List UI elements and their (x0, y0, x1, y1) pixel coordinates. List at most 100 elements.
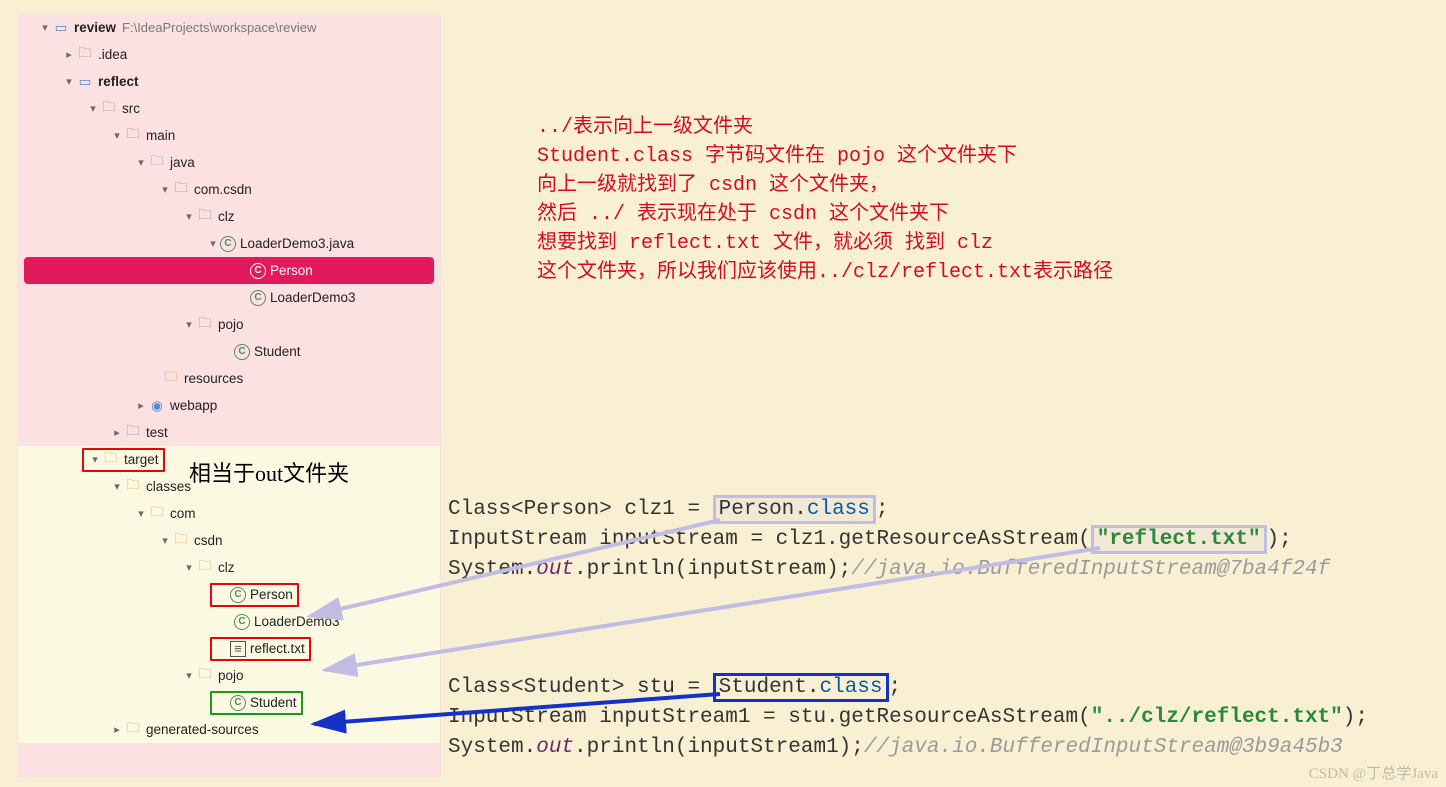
keyword: class (819, 676, 882, 699)
tree-row-main[interactable]: ▾ 🗀 main (18, 122, 440, 149)
module-icon: ▭ (52, 19, 70, 37)
tree-row-person-selected[interactable]: C Person (24, 257, 434, 284)
chevron-down-icon: ▾ (206, 237, 220, 250)
code-text: .println(inputStream1); (574, 736, 864, 759)
code-text: InputStream inputStream = clz1.getResour… (448, 528, 1091, 551)
tree-row-csdn[interactable]: ▾ 🗀 csdn (18, 527, 440, 554)
tree-label: LoaderDemo3 (270, 290, 356, 305)
comment: //java.io.BufferedInputStream@7ba4f24f (851, 558, 1330, 581)
tree-row-webapp[interactable]: ▸ ◉ webapp (18, 392, 440, 419)
chevron-down-icon: ▾ (110, 129, 124, 142)
field-ref: out (536, 736, 574, 759)
tree-label: reflect (98, 74, 139, 89)
chevron-down-icon: ▾ (158, 183, 172, 196)
code-text: ); (1267, 528, 1292, 551)
note-line: 向上一级就找到了 csdn 这个文件夹， (537, 171, 1113, 200)
chevron-down-icon: ▾ (134, 507, 148, 520)
tree-row-pojo2[interactable]: ▾ 🗀 pojo (18, 662, 440, 689)
tree-row-resources[interactable]: 🗀 resources (18, 365, 440, 392)
tree-row-src[interactable]: ▾ 🗀 src (18, 95, 440, 122)
tree-row-clz2[interactable]: ▾ 🗀 clz (18, 554, 440, 581)
folder-icon: 🗀 (124, 721, 142, 739)
class-icon: C (220, 236, 236, 252)
tree-row-student[interactable]: C Student (18, 338, 440, 365)
chevron-right-icon: ▸ (110, 426, 124, 439)
tree-row-idea[interactable]: ▸ 🗀 .idea (18, 41, 440, 68)
tree-label: Student (254, 344, 301, 359)
target-annotation: 相当于out文件夹 (189, 456, 349, 488)
chevron-down-icon: ▾ (38, 21, 52, 34)
tree-row-loaderdemo3java[interactable]: ▾ C LoaderDemo3.java (18, 230, 440, 257)
code-line: InputStream inputStream = clz1.getResour… (448, 525, 1330, 555)
tree-label: pojo (218, 317, 244, 332)
tree-label: review (74, 20, 116, 35)
tree-label: clz (218, 560, 235, 575)
watermark: CSDN @丁总学Java (1309, 762, 1438, 783)
chevron-right-icon: ▸ (110, 723, 124, 736)
tree-row-loaderdemo3b[interactable]: C LoaderDemo3 (18, 608, 440, 635)
code-snippet-1: Class<Person> clz1 = Person.class; Input… (448, 495, 1330, 585)
tree-row-clz[interactable]: ▾ 🗀 clz (18, 203, 440, 230)
class-icon: C (250, 290, 266, 306)
tree-label: com.csdn (194, 182, 252, 197)
tree-section-target: ▾ 🗀 target ▾ 🗀 classes ▾ 🗀 com ▾ 🗀 csdn … (18, 446, 440, 743)
chevron-down-icon: ▾ (88, 453, 102, 466)
folder-icon: 🗀 (148, 505, 166, 523)
chevron-down-icon: ▾ (110, 480, 124, 493)
tree-row-reflecttxt[interactable]: ≡ reflect.txt (18, 635, 440, 662)
tree-row-java[interactable]: ▾ 🗀 java (18, 149, 440, 176)
string-literal: "reflect.txt" (1097, 528, 1261, 551)
field-ref: out (536, 558, 574, 581)
code-text: Class<Student> stu = (448, 676, 713, 699)
folder-icon: 🗀 (124, 127, 142, 145)
highlight-box-reflecttxt: ≡ reflect.txt (210, 637, 311, 661)
tree-row-test[interactable]: ▸ 🗀 test (18, 419, 440, 446)
chevron-down-icon: ▾ (158, 534, 172, 547)
folder-icon: 🗀 (76, 46, 94, 64)
tree-row-student2[interactable]: C Student (18, 689, 440, 716)
highlight-person-class: Person.class (713, 495, 876, 524)
tree-row-com[interactable]: ▾ 🗀 com (18, 500, 440, 527)
web-icon: ◉ (148, 397, 166, 415)
tree-row-loaderdemo3[interactable]: C LoaderDemo3 (18, 284, 440, 311)
highlight-student-class: Student.class (713, 673, 889, 702)
code-text: Class<Person> clz1 = (448, 498, 713, 521)
code-text: Student. (719, 676, 820, 699)
resources-icon: 🗀 (162, 370, 180, 388)
tree-label: pojo (218, 668, 244, 683)
note-line: ../表示向上一级文件夹 (537, 113, 1113, 142)
highlight-reflect-txt: "reflect.txt" (1091, 525, 1267, 554)
note-line: 然后 ../ 表示现在处于 csdn 这个文件夹下 (537, 200, 1113, 229)
keyword: class (807, 498, 870, 521)
tree-label: target (124, 452, 159, 467)
code-line: System.out.println(inputStream1);//java.… (448, 733, 1368, 763)
chevron-right-icon: ▸ (62, 48, 76, 61)
tree-row-review[interactable]: ▾ ▭ review F:\IdeaProjects\workspace\rev… (18, 14, 440, 41)
code-text: System. (448, 558, 536, 581)
tree-row-pojo[interactable]: ▾ 🗀 pojo (18, 311, 440, 338)
code-text: Person. (719, 498, 807, 521)
tree-row-gensrc[interactable]: ▸ 🗀 generated-sources (18, 716, 440, 743)
code-text: ); (1343, 706, 1368, 729)
folder-icon: 🗀 (196, 667, 214, 685)
class-icon: C (230, 587, 246, 603)
highlight-box-target: ▾ 🗀 target (82, 448, 165, 472)
tree-row-person2[interactable]: C Person (18, 581, 440, 608)
class-icon: C (234, 614, 250, 630)
tree-label: resources (184, 371, 243, 386)
code-line: InputStream inputStream1 = stu.getResour… (448, 703, 1368, 733)
string-literal: "../clz/reflect.txt" (1091, 706, 1343, 729)
tree-label: csdn (194, 533, 223, 548)
tree-label: LoaderDemo3 (254, 614, 340, 629)
tree-row-reflect[interactable]: ▾ ▭ reflect (18, 68, 440, 95)
project-tree: ▾ ▭ review F:\IdeaProjects\workspace\rev… (17, 13, 441, 777)
code-text: ; (876, 498, 889, 521)
note-line: 想要找到 reflect.txt 文件，就必须 找到 clz (537, 229, 1113, 258)
folder-icon: 🗀 (124, 478, 142, 496)
code-text: InputStream inputStream1 = stu.getResour… (448, 706, 1091, 729)
chevron-down-icon: ▾ (134, 156, 148, 169)
module-icon: ▭ (76, 73, 94, 91)
note-line: 这个文件夹，所以我们应该使用../clz/reflect.txt表示路径 (537, 258, 1113, 287)
tree-row-comcsdn[interactable]: ▾ 🗀 com.csdn (18, 176, 440, 203)
code-line: System.out.println(inputStream);//java.i… (448, 555, 1330, 585)
